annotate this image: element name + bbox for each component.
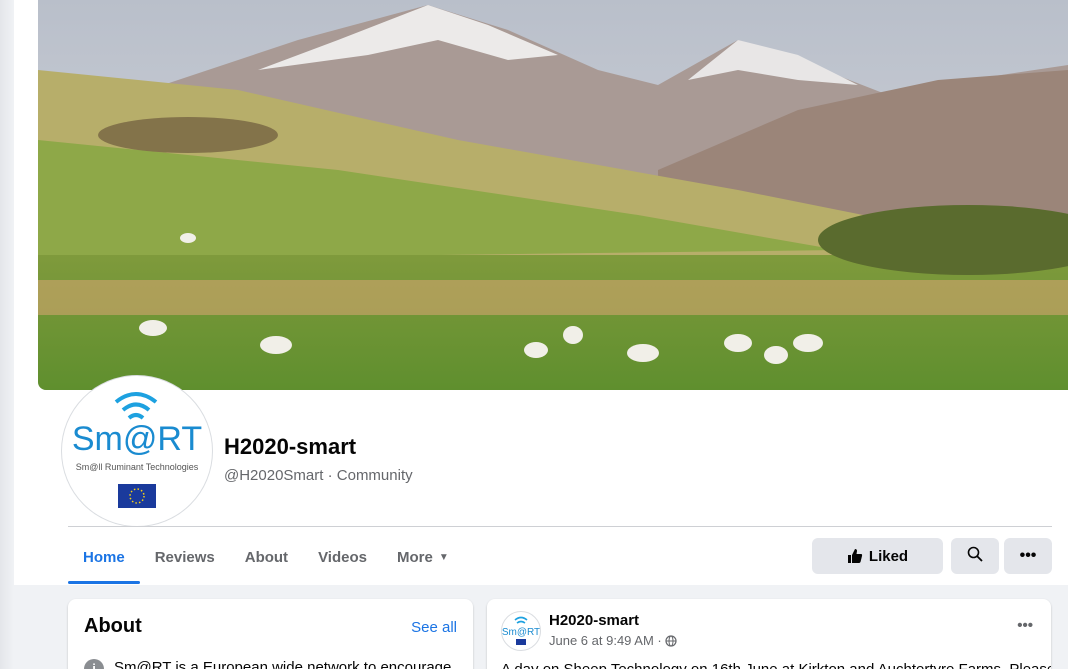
cover-photo[interactable] [38, 0, 1068, 390]
tab-videos[interactable]: Videos [303, 530, 382, 584]
page-avatar[interactable]: Sm@RT Sm@ll Ruminant Technologies [62, 376, 212, 526]
post-more-icon[interactable]: ••• [1017, 617, 1033, 634]
tab-home[interactable]: Home [68, 530, 140, 584]
more-icon: ••• [1019, 547, 1037, 564]
tab-home-label: Home [83, 548, 125, 566]
tab-videos-label: Videos [318, 548, 367, 566]
page-title[interactable]: H2020-smart [224, 434, 356, 460]
see-all-link[interactable]: See all [411, 619, 457, 636]
liked-button[interactable]: Liked [812, 538, 943, 574]
page-tabs: Home Reviews About Videos More ▼ [68, 530, 464, 584]
post-card: Sm@RT H2020-smart June 6 at 9:49 AM · ••… [487, 599, 1051, 669]
window-edge [0, 0, 14, 669]
thumbs-up-icon [847, 548, 863, 564]
caret-down-icon: ▼ [438, 551, 449, 563]
smart-logo: Sm@RT Sm@ll Ruminant Technologies [66, 380, 208, 522]
about-title: About [84, 615, 142, 637]
about-card: About See all i Sm@RT is a European wide… [68, 599, 473, 669]
tab-more-label: More [396, 548, 433, 566]
post-author-avatar[interactable]: Sm@RT [501, 611, 541, 651]
tab-reviews-label: Reviews [154, 548, 215, 566]
post-timestamp[interactable]: June 6 at 9:49 AM · [549, 633, 677, 648]
svg-text:Sm@RT: Sm@RT [502, 627, 540, 638]
search-button[interactable] [951, 538, 999, 574]
liked-button-label: Liked [868, 547, 909, 565]
tab-more[interactable]: More ▼ [382, 530, 464, 584]
info-icon: i [84, 659, 104, 669]
page-handle-category: @H2020Smart · Community [224, 467, 413, 484]
svg-text:Sm@RT: Sm@RT [72, 420, 202, 458]
search-icon [967, 546, 983, 567]
cover-landscape-image [38, 0, 1068, 390]
post-time-text: June 6 at 9:49 AM · [549, 633, 662, 648]
svg-text:Sm@ll Ruminant Technologies: Sm@ll Ruminant Technologies [76, 462, 199, 472]
tab-reviews[interactable]: Reviews [140, 530, 230, 584]
tab-about-label: About [244, 548, 289, 566]
about-description: Sm@RT is a European wide network to enco… [114, 659, 452, 669]
header-divider [68, 526, 1052, 527]
globe-icon [665, 634, 677, 647]
post-text: A day on Sheep Technology on 16th June a… [501, 661, 1051, 669]
tab-about[interactable]: About [230, 530, 303, 584]
smart-logo-small: Sm@RT [502, 616, 540, 645]
more-options-button[interactable]: ••• [1004, 538, 1052, 574]
post-author-name[interactable]: H2020-smart [549, 612, 639, 629]
